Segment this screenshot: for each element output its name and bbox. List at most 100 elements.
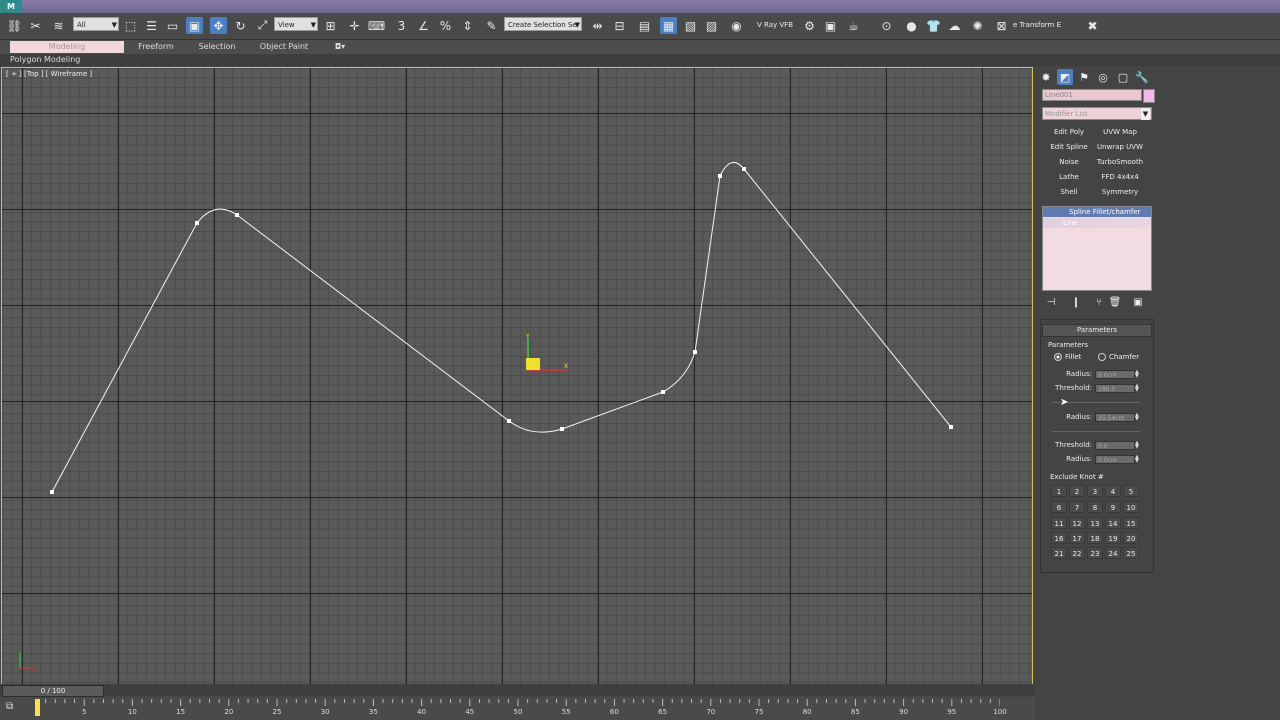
remove-modifier-icon[interactable]: 🗑 [1108, 295, 1122, 309]
spinner-arrows-icon[interactable]: ▲ ▼ [1135, 384, 1140, 393]
radius-spinner-2[interactable]: 25.54cm [1095, 413, 1135, 422]
edit-spline-button[interactable]: Edit Spline [1044, 140, 1094, 154]
uvw-map-button[interactable]: UVW Map [1095, 125, 1145, 139]
tshirt-icon[interactable]: 👕 [925, 17, 942, 34]
snaps-toggle-icon[interactable]: 3 [393, 17, 410, 34]
spinner-arrows-icon[interactable]: ▲ ▼ [1135, 370, 1140, 379]
mini-curve-editor-icon[interactable]: ⧉ [6, 701, 13, 712]
tab-modeling[interactable]: Modeling [10, 41, 124, 53]
pivot-center-icon[interactable]: ⊞ [322, 17, 339, 34]
threshold-spinner-1[interactable]: 180.0 [1095, 384, 1135, 393]
knot-button-19[interactable]: 19 [1105, 532, 1121, 544]
knot-button-13[interactable]: 13 [1087, 517, 1103, 529]
knot-button-6[interactable]: 6 [1051, 501, 1067, 513]
knot-button-14[interactable]: 14 [1105, 517, 1121, 529]
knot-button-3[interactable]: 3 [1087, 485, 1103, 497]
app-logo-icon[interactable]: M [0, 0, 22, 13]
select-rotate-icon[interactable]: ↻ [232, 17, 249, 34]
tab-freeform[interactable]: Freeform [130, 41, 182, 53]
knot-button-15[interactable]: 15 [1123, 517, 1139, 529]
spline-canvas[interactable] [2, 68, 1032, 684]
object-name-field[interactable]: Line001 [1042, 89, 1142, 101]
edit-poly-button[interactable]: Edit Poly [1044, 125, 1094, 139]
show-end-result-icon[interactable]: ❙ [1069, 295, 1083, 309]
fillet-radio[interactable]: Fillet [1054, 353, 1081, 361]
chamfer-radio[interactable]: Chamfer [1098, 353, 1139, 361]
modifier-stack[interactable]: Spline Fillet/chamfer Line [1042, 206, 1152, 291]
align-icon[interactable]: ⊟ [611, 17, 628, 34]
knot-button-5[interactable]: 5 [1123, 485, 1139, 497]
top-viewport[interactable]: [ + ] [Top ] [ Wireframe ] Y X [1, 67, 1033, 685]
knot-button-18[interactable]: 18 [1087, 532, 1103, 544]
curve-editor-icon[interactable]: ▧ [682, 17, 699, 34]
window-crossing-icon[interactable]: ▣ [186, 17, 203, 34]
make-unique-icon[interactable]: ⑂ [1092, 295, 1106, 309]
tab-selection[interactable]: Selection [192, 41, 242, 53]
select-move-icon[interactable]: ✥ [210, 17, 227, 34]
knot-button-1[interactable]: 1 [1051, 485, 1067, 497]
knot-button-22[interactable]: 22 [1069, 547, 1085, 559]
time-cursor[interactable] [35, 699, 40, 716]
schematic-view-icon[interactable]: ▨ [703, 17, 720, 34]
threshold-spinner-2[interactable]: 0.0 [1095, 441, 1135, 450]
knot-button-20[interactable]: 20 [1123, 532, 1139, 544]
modify-tab-icon[interactable]: ◩ [1057, 69, 1073, 85]
utilities-tab-icon[interactable]: 🔧 [1134, 69, 1150, 85]
tab-object-paint[interactable]: Object Paint [252, 41, 316, 53]
motion-tab-icon[interactable]: ◎ [1095, 69, 1111, 85]
knot-button-25[interactable]: 25 [1123, 547, 1139, 559]
knot-button-8[interactable]: 8 [1087, 501, 1103, 513]
knot-button-23[interactable]: 23 [1087, 547, 1103, 559]
parameters-rollout-header[interactable]: Parameters [1042, 324, 1152, 337]
knot-button-10[interactable]: 10 [1123, 501, 1139, 513]
object-color-swatch[interactable] [1143, 89, 1155, 103]
knot-button-17[interactable]: 17 [1069, 532, 1085, 544]
modifier-list-dropdown[interactable]: Modifier List ▼ [1042, 107, 1152, 120]
hierarchy-tab-icon[interactable]: ⚑ [1076, 69, 1092, 85]
stack-item-line[interactable]: Line [1043, 218, 1151, 228]
move-gizmo[interactable]: Y X [526, 334, 570, 378]
percent-snap-icon[interactable]: % [437, 17, 454, 34]
track-ruler[interactable]: 5 10 15 20 25 30 35 40 45 50 55 60 65 70 75 80 85 90 95 100 [35, 699, 1007, 717]
radius-spinner-1[interactable]: 0.0cm [1095, 370, 1135, 379]
settings-icon[interactable]: ✺ [969, 17, 986, 34]
knot-button-2[interactable]: 2 [1069, 485, 1085, 497]
track-bar[interactable]: ⧉ 5 10 15 20 25 30 35 40 45 50 55 60 65 70 75 80 85 90 95 1… [0, 697, 1035, 720]
rendered-frame-icon[interactable]: ▣ [822, 17, 839, 34]
ref-coord-dropdown[interactable]: View ▼ [274, 17, 318, 31]
close-icon[interactable]: ✖ [1084, 17, 1101, 34]
manipulate-icon[interactable]: ✛ [346, 17, 363, 34]
select-object-icon[interactable]: ⬚ [122, 17, 139, 34]
layer-manager-icon[interactable]: ▤ [636, 17, 653, 34]
material-editor-icon[interactable]: ◉ [728, 17, 745, 34]
configure-modifier-sets-icon[interactable]: ▣ [1131, 295, 1145, 309]
bind-space-warp-icon[interactable]: ≋ [50, 17, 67, 34]
knot-button-9[interactable]: 9 [1105, 501, 1121, 513]
knot-button-21[interactable]: 21 [1051, 547, 1067, 559]
spinner-arrows-icon[interactable]: ▲ ▼ [1135, 455, 1140, 464]
polygon-modeling-panel-label[interactable]: Polygon Modeling [10, 55, 80, 64]
mirror-icon[interactable]: ⇹ [589, 17, 606, 34]
symmetry-button[interactable]: Symmetry [1095, 185, 1145, 199]
named-selection-dropdown[interactable]: Create Selection Se ▼ [504, 17, 582, 31]
radius-spinner-3[interactable]: 0.0cm [1095, 455, 1135, 464]
render-setup-icon[interactable]: ⚙ [801, 17, 818, 34]
link-icon[interactable]: ⛓ [6, 17, 23, 34]
transform-toolbox-icon[interactable]: ⊠ [993, 17, 1010, 34]
knot-button-12[interactable]: 12 [1069, 517, 1085, 529]
shell-button[interactable]: Shell [1044, 185, 1094, 199]
angle-snap-icon[interactable]: ∠ [415, 17, 432, 34]
edit-named-selection-icon[interactable]: ✎ [483, 17, 500, 34]
vray-vfb-button[interactable]: V Ray VFB [757, 21, 793, 29]
rectangular-selection-icon[interactable]: ▭ [164, 17, 181, 34]
light-icon[interactable]: ● [903, 17, 920, 34]
lathe-button[interactable]: Lathe [1044, 170, 1094, 184]
pin-stack-icon[interactable]: ⊣ [1044, 295, 1058, 309]
viewport-layout-icon[interactable]: ⊙ [878, 17, 895, 34]
spinner-arrows-icon[interactable]: ▲ ▼ [1135, 441, 1140, 450]
stack-item-spline-fillet[interactable]: Spline Fillet/chamfer [1043, 207, 1151, 217]
knot-button-7[interactable]: 7 [1069, 501, 1085, 513]
ffd-button[interactable]: FFD 4x4x4 [1095, 170, 1145, 184]
render-icon[interactable]: ☕ [845, 17, 862, 34]
turbosmooth-button[interactable]: TurboSmooth [1095, 155, 1145, 169]
